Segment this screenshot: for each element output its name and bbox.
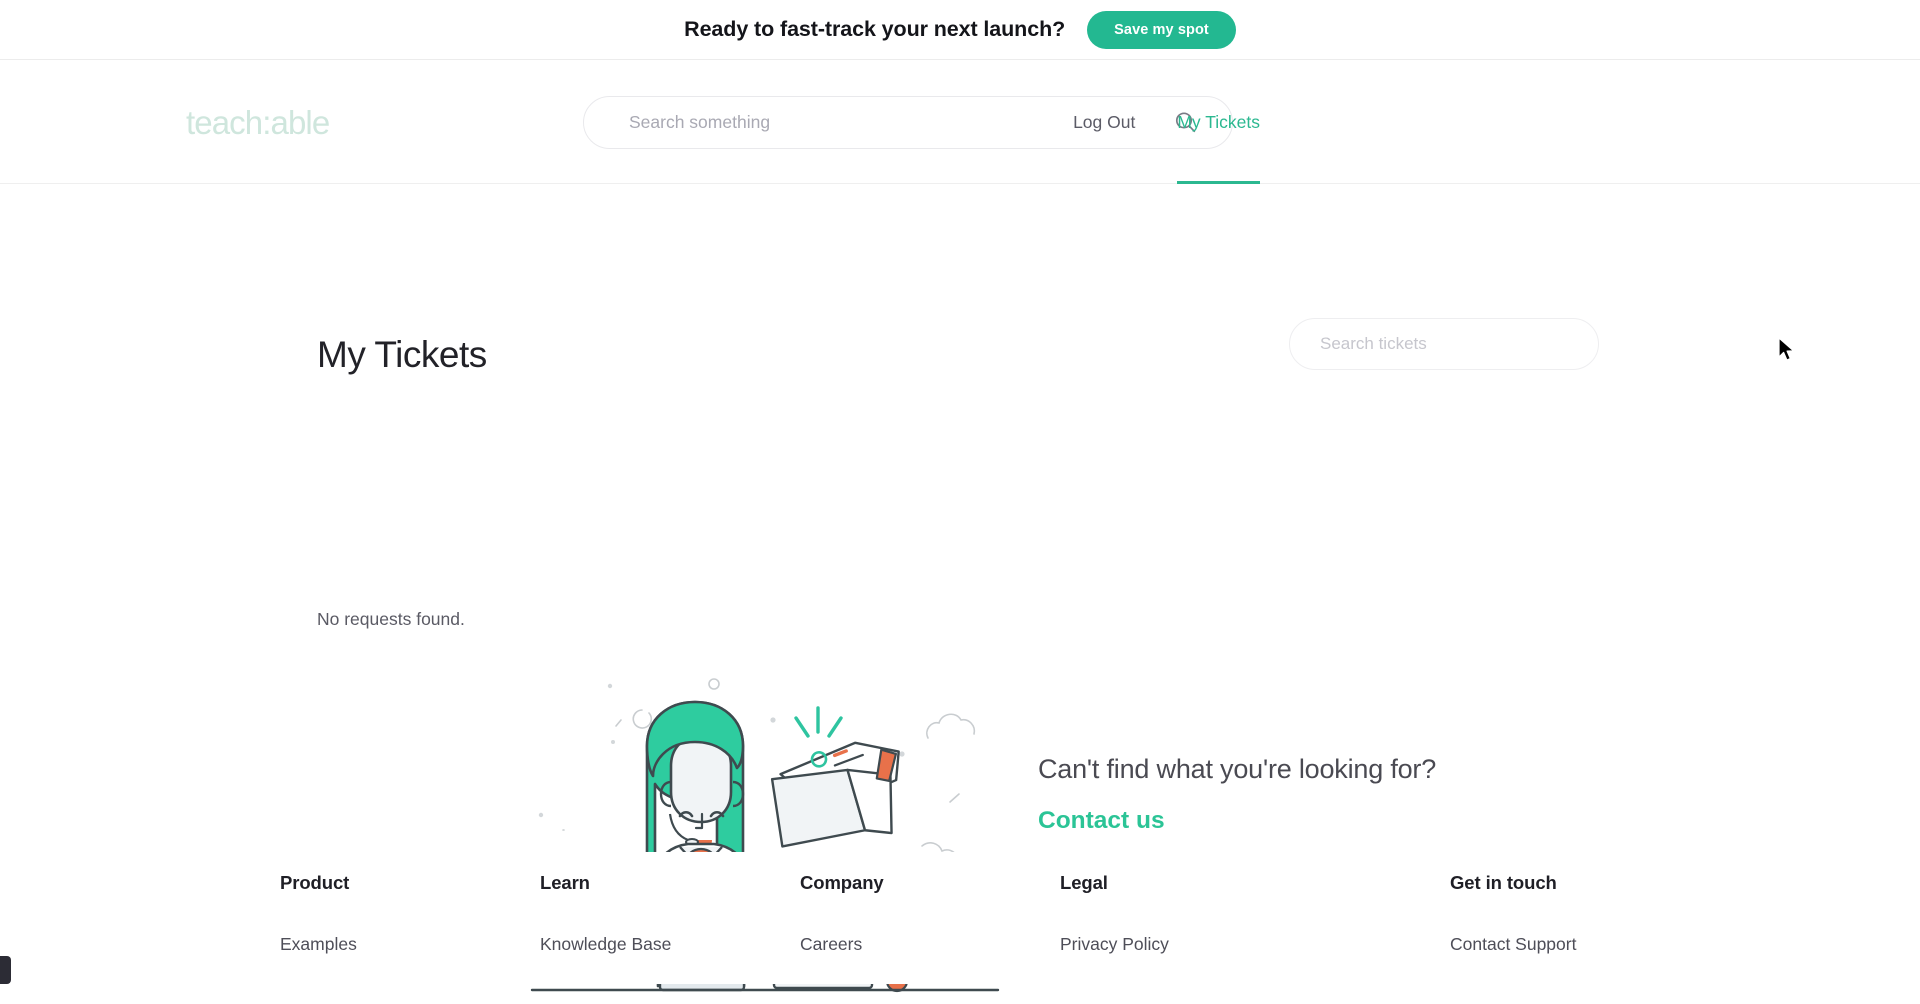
site-header: teach:able Log Out My Tickets [0,60,1920,184]
promo-banner-text: Ready to fast-track your next launch? [684,17,1066,41]
footer-link-contact-support[interactable]: Contact Support [1450,934,1710,955]
nav-active-indicator [1177,181,1260,184]
ticket-search-input[interactable] [1290,334,1598,354]
footer-link-careers[interactable]: Careers [800,934,1060,955]
footer-heading-legal: Legal [1060,872,1108,893]
teachable-logo[interactable]: teach:able [186,104,330,142]
footer-column-product: Product Examples [280,872,540,955]
site-footer: Product Examples Learn Knowledge Base Co… [0,852,1920,984]
footer-heading-product: Product [280,872,350,893]
save-my-spot-button[interactable]: Save my spot [1087,10,1236,49]
footer-heading-learn: Learn [540,872,590,893]
header-nav: Log Out My Tickets [1073,60,1920,184]
footer-column-legal: Legal Privacy Policy [1060,872,1450,955]
contact-us-link[interactable]: Contact us [1038,807,1165,835]
footer-column-get-in-touch: Get in touch Contact Support [1450,872,1710,955]
footer-link-privacy-policy[interactable]: Privacy Policy [1060,934,1450,955]
footer-heading-company: Company [800,872,884,893]
footer-column-company: Company Careers [800,872,1060,955]
ticket-search-bar[interactable] [1289,318,1599,370]
nav-item-my-tickets[interactable]: My Tickets [1177,60,1260,184]
promo-banner: Ready to fast-track your next launch? Sa… [0,0,1920,60]
cta-heading: Can't find what you're looking for? [1038,754,1437,784]
nav-item-my-tickets-label: My Tickets [1177,111,1260,132]
browser-status-chip [0,956,11,984]
footer-columns: Product Examples Learn Knowledge Base Co… [280,872,1720,955]
empty-state-message: No requests found. [317,609,465,629]
nav-item-log-out[interactable]: Log Out [1073,60,1135,184]
footer-heading-get-in-touch: Get in touch [1450,872,1557,893]
page-title: My Tickets [317,334,487,375]
footer-link-knowledge-base[interactable]: Knowledge Base [540,934,800,955]
mouse-cursor [1778,337,1798,368]
contact-cta: Can't find what you're looking for? Cont… [1038,754,1436,835]
footer-link-examples[interactable]: Examples [280,934,540,955]
footer-column-learn: Learn Knowledge Base [540,872,800,955]
